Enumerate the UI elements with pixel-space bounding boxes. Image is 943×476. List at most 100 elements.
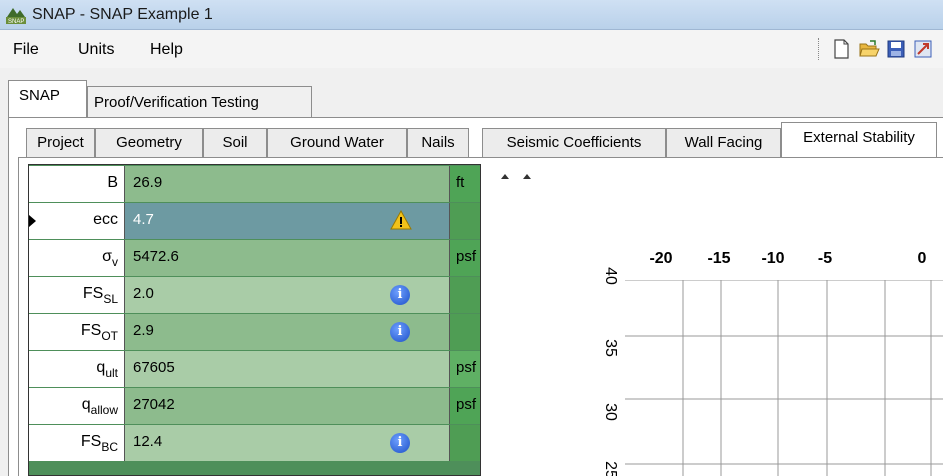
- tab-ground-water-label: Ground Water: [290, 134, 384, 151]
- table-row[interactable]: qallow 27042 psf: [29, 388, 480, 424]
- collapse-up-icon[interactable]: [523, 174, 531, 179]
- row-value[interactable]: 26.9: [125, 166, 450, 202]
- tab-wall-facing[interactable]: Wall Facing: [666, 128, 781, 158]
- table-row[interactable]: ecc 4.7: [29, 203, 480, 239]
- tab-soil[interactable]: Soil: [203, 128, 267, 158]
- current-row-arrow-icon: [29, 215, 36, 227]
- tab-snap-label: SNAP: [19, 87, 60, 104]
- open-folder-icon[interactable]: [858, 38, 880, 60]
- tab-external-stability-label: External Stability: [803, 129, 915, 146]
- row-name: σv: [37, 240, 125, 276]
- menu-bar: File Units Help: [0, 30, 943, 68]
- row-unit-text: psf: [456, 359, 477, 376]
- tab-snap[interactable]: SNAP: [8, 80, 87, 117]
- row-value-text: 2.9: [133, 322, 154, 339]
- row-name-text: FS: [82, 285, 104, 302]
- row-value-text: 26.9: [133, 174, 163, 191]
- row-selector[interactable]: [29, 166, 37, 202]
- row-name-subscript: BC: [101, 440, 118, 454]
- table-row[interactable]: FSSL 2.0 i: [29, 277, 480, 313]
- x-tick-label: -5: [817, 250, 833, 267]
- menu-file[interactable]: File: [13, 41, 39, 59]
- export-icon[interactable]: [912, 38, 934, 60]
- row-name: ecc: [37, 203, 125, 239]
- row-name: FSSL: [37, 277, 125, 313]
- row-name-text: q: [81, 396, 91, 413]
- table-row[interactable]: qult 67605 psf: [29, 351, 480, 387]
- row-selector[interactable]: [29, 240, 37, 276]
- row-unit: [450, 203, 480, 239]
- tab-wall-facing-label: Wall Facing: [684, 134, 763, 151]
- row-unit: ft: [450, 166, 480, 202]
- results-grid: B 26.9 ft ecc 4.7 σv 5472.6 psf FSSL 2.0 i FSOT 2.9 i…: [28, 164, 481, 476]
- tab-seismic-label: Seismic Coefficients: [506, 134, 642, 151]
- row-selector[interactable]: [29, 277, 37, 313]
- menu-units[interactable]: Units: [78, 41, 114, 59]
- table-row[interactable]: B 26.9 ft: [29, 166, 480, 202]
- row-name: qallow: [37, 388, 125, 424]
- row-name-subscript: allow: [90, 403, 118, 417]
- row-selector[interactable]: [29, 351, 37, 387]
- new-document-icon[interactable]: [830, 38, 852, 60]
- tab-external-stability[interactable]: External Stability: [781, 122, 937, 158]
- tab-ground-water[interactable]: Ground Water: [267, 128, 407, 158]
- snap-app-icon: SNAP: [6, 8, 26, 25]
- tab-proof-label: Proof/Verification Testing: [94, 94, 259, 111]
- row-value-text: 5472.6: [133, 248, 179, 265]
- y-tick-label: 30: [602, 403, 619, 421]
- row-value-text: 67605: [133, 359, 175, 376]
- tab-geometry-label: Geometry: [116, 134, 182, 151]
- row-unit: [450, 425, 480, 461]
- plot-grid: [625, 280, 943, 476]
- toolbar-grip: [818, 38, 819, 60]
- info-icon[interactable]: i: [390, 433, 410, 453]
- row-value[interactable]: 12.4 i: [125, 425, 450, 461]
- row-unit: psf: [450, 388, 480, 424]
- tab-seismic-coefficients[interactable]: Seismic Coefficients: [482, 128, 666, 158]
- row-unit-text: ft: [456, 174, 465, 191]
- row-name-text: FS: [80, 322, 102, 339]
- row-value[interactable]: 2.0 i: [125, 277, 450, 313]
- info-icon[interactable]: i: [390, 322, 410, 342]
- row-selector[interactable]: [29, 314, 37, 350]
- collapse-up-icon[interactable]: [501, 174, 509, 179]
- row-name-subscript: v: [112, 255, 118, 269]
- tab-nails-label: Nails: [421, 134, 455, 151]
- tab-nails[interactable]: Nails: [407, 128, 469, 158]
- tab-geometry[interactable]: Geometry: [95, 128, 203, 158]
- row-value-text: 12.4: [133, 433, 163, 450]
- x-tick-label: -20: [649, 250, 673, 267]
- row-name-text: q: [96, 359, 106, 376]
- row-name: FSBC: [37, 425, 125, 461]
- x-tick-label: -10: [761, 250, 785, 267]
- table-row[interactable]: FSBC 12.4 i: [29, 425, 480, 461]
- tab-project[interactable]: Project: [26, 128, 95, 158]
- window-title: SNAP - SNAP Example 1: [32, 6, 213, 23]
- row-value[interactable]: 4.7: [125, 203, 450, 239]
- table-row[interactable]: σv 5472.6 psf: [29, 240, 480, 276]
- y-tick-label: 35: [602, 339, 619, 357]
- row-value-text: 27042: [133, 396, 175, 413]
- row-selector[interactable]: [29, 388, 37, 424]
- row-unit: [450, 277, 480, 313]
- info-icon[interactable]: i: [390, 285, 410, 305]
- save-icon[interactable]: [885, 38, 907, 60]
- row-value[interactable]: 5472.6: [125, 240, 450, 276]
- table-row[interactable]: FSOT 2.9 i: [29, 314, 480, 350]
- row-selector[interactable]: [29, 425, 37, 461]
- row-name: FSOT: [37, 314, 125, 350]
- x-tick-label: -15: [707, 250, 731, 267]
- menu-help[interactable]: Help: [150, 41, 183, 59]
- warning-icon[interactable]: [390, 210, 412, 230]
- title-bar: SNAP SNAP - SNAP Example 1: [0, 0, 943, 30]
- tab-proof-verification[interactable]: Proof/Verification Testing: [87, 86, 312, 117]
- row-name: qult: [37, 351, 125, 387]
- row-value[interactable]: 2.9 i: [125, 314, 450, 350]
- row-value[interactable]: 67605: [125, 351, 450, 387]
- row-name-text: ecc: [93, 211, 118, 228]
- row-unit-text: psf: [456, 248, 477, 265]
- row-value[interactable]: 27042: [125, 388, 450, 424]
- row-value-text: 4.7: [133, 211, 154, 228]
- row-name-text: FS: [80, 433, 102, 450]
- row-selector[interactable]: [29, 203, 37, 239]
